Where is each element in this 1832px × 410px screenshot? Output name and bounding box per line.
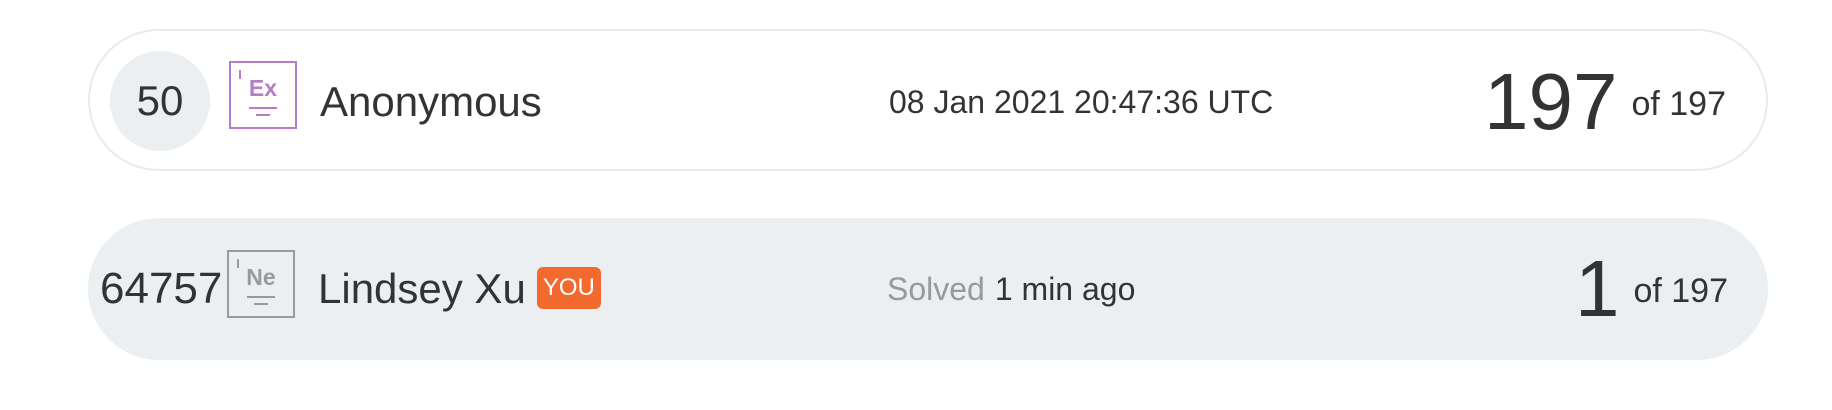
solved-label: Solved: [887, 270, 985, 307]
badge-symbol: Ex: [248, 75, 278, 101]
rank-number: 50: [110, 51, 210, 151]
timestamp-text: 08 Jan 2021 20:47:36 UTC: [889, 83, 1274, 120]
player-name: Anonymous: [320, 31, 542, 173]
position-number: 197: [1483, 57, 1618, 146]
leaderboard: 50 Ex Anonymous 08 Jan 2021 20:47:36 UTC…: [0, 0, 1832, 410]
position-display: 1 of 197: [1575, 218, 1728, 360]
element-badge-icon: Ex: [229, 61, 297, 129]
badge-symbol: Ne: [246, 264, 276, 290]
solved-timestamp: 08 Jan 2021 20:47:36 UTC: [889, 31, 1273, 173]
player-name: Lindsey Xu YOU: [318, 218, 601, 360]
badge-underline: [247, 296, 275, 298]
position-number: 1: [1574, 244, 1620, 333]
element-badge-icon: Ne: [227, 250, 295, 318]
leaderboard-row[interactable]: 50 Ex Anonymous 08 Jan 2021 20:47:36 UTC…: [88, 29, 1768, 171]
rank-number: 64757: [100, 264, 223, 313]
leaderboard-row-you[interactable]: 64757 Ne Lindsey Xu YOU Solved 1 min ago…: [88, 218, 1768, 360]
solved-status: Solved 1 min ago: [887, 218, 1135, 360]
badge-underline: [249, 107, 277, 109]
badge-underline-short: [254, 303, 268, 305]
solved-time: 1 min ago: [994, 270, 1136, 307]
position-total: of 197: [1633, 271, 1728, 310]
player-name-text: Anonymous: [320, 78, 542, 125]
you-badge: YOU: [536, 267, 601, 309]
badge-underline-short: [256, 114, 270, 116]
player-name-text: Lindsey Xu: [318, 265, 526, 312]
position-total: of 197: [1631, 84, 1726, 123]
position-display: 197 of 197: [1484, 31, 1726, 173]
